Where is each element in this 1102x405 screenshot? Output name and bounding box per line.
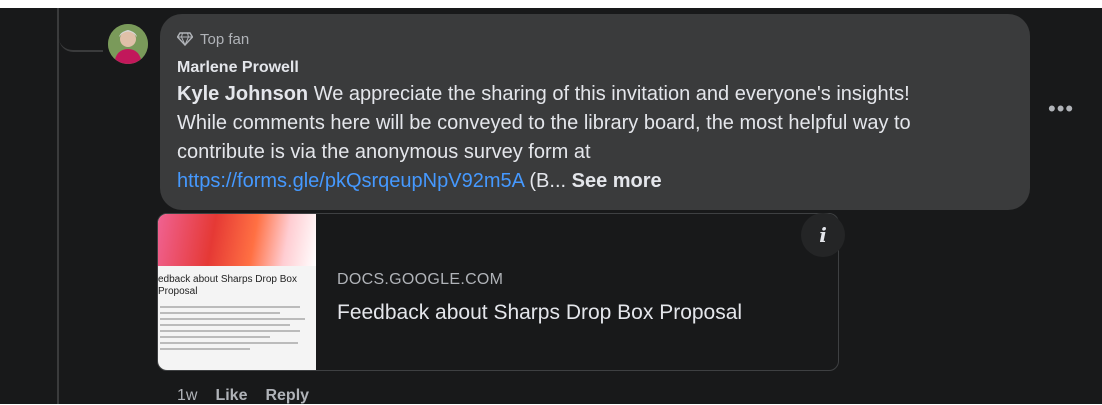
comment-text: Kyle Johnson We appreciate the sharing o…: [177, 80, 1017, 196]
comment-actions: 1w Like Reply: [177, 387, 309, 405]
comment-text-line2: While comments here will be conveyed to …: [177, 112, 911, 134]
link-title[interactable]: Feedback about Sharps Drop Box Proposal: [337, 301, 742, 325]
comment-author[interactable]: Marlene Prowell: [177, 59, 299, 77]
info-icon[interactable]: i: [801, 213, 845, 257]
avatar[interactable]: [108, 24, 148, 64]
link-preview-card[interactable]: edback about Sharps Drop Box Proposal DO…: [157, 213, 839, 371]
mention-link[interactable]: Kyle Johnson: [177, 83, 308, 105]
see-more-button[interactable]: See more: [566, 170, 662, 192]
like-button[interactable]: Like: [215, 387, 247, 405]
link-domain: DOCS.GOOGLE.COM: [337, 271, 504, 288]
thumbnail-text-lines: [160, 306, 310, 354]
reply-button[interactable]: Reply: [265, 387, 309, 405]
thread-connector: [59, 34, 103, 52]
link-suffix: (B...: [523, 170, 567, 192]
diamond-icon: [177, 32, 193, 46]
thumbnail-splash: [158, 214, 316, 266]
thumbnail-title: edback about Sharps Drop Box Proposal: [158, 274, 297, 297]
link-thumbnail: edback about Sharps Drop Box Proposal: [158, 214, 316, 370]
thread-line: [57, 8, 59, 404]
survey-link[interactable]: https://forms.gle/pkQsrqeupNpV92m5A: [177, 170, 524, 192]
comment-text-line3: contribute is via the anonymous survey f…: [177, 141, 591, 163]
comment-text-line1: We appreciate the sharing of this invita…: [308, 83, 910, 105]
badge-label: Top fan: [200, 30, 250, 48]
more-options-icon[interactable]: •••: [1048, 98, 1074, 120]
comment-thread: Top fan Marlene Prowell Kyle Johnson We …: [0, 8, 1102, 404]
top-fan-badge: Top fan: [177, 29, 249, 49]
comment-timestamp[interactable]: 1w: [177, 387, 197, 405]
